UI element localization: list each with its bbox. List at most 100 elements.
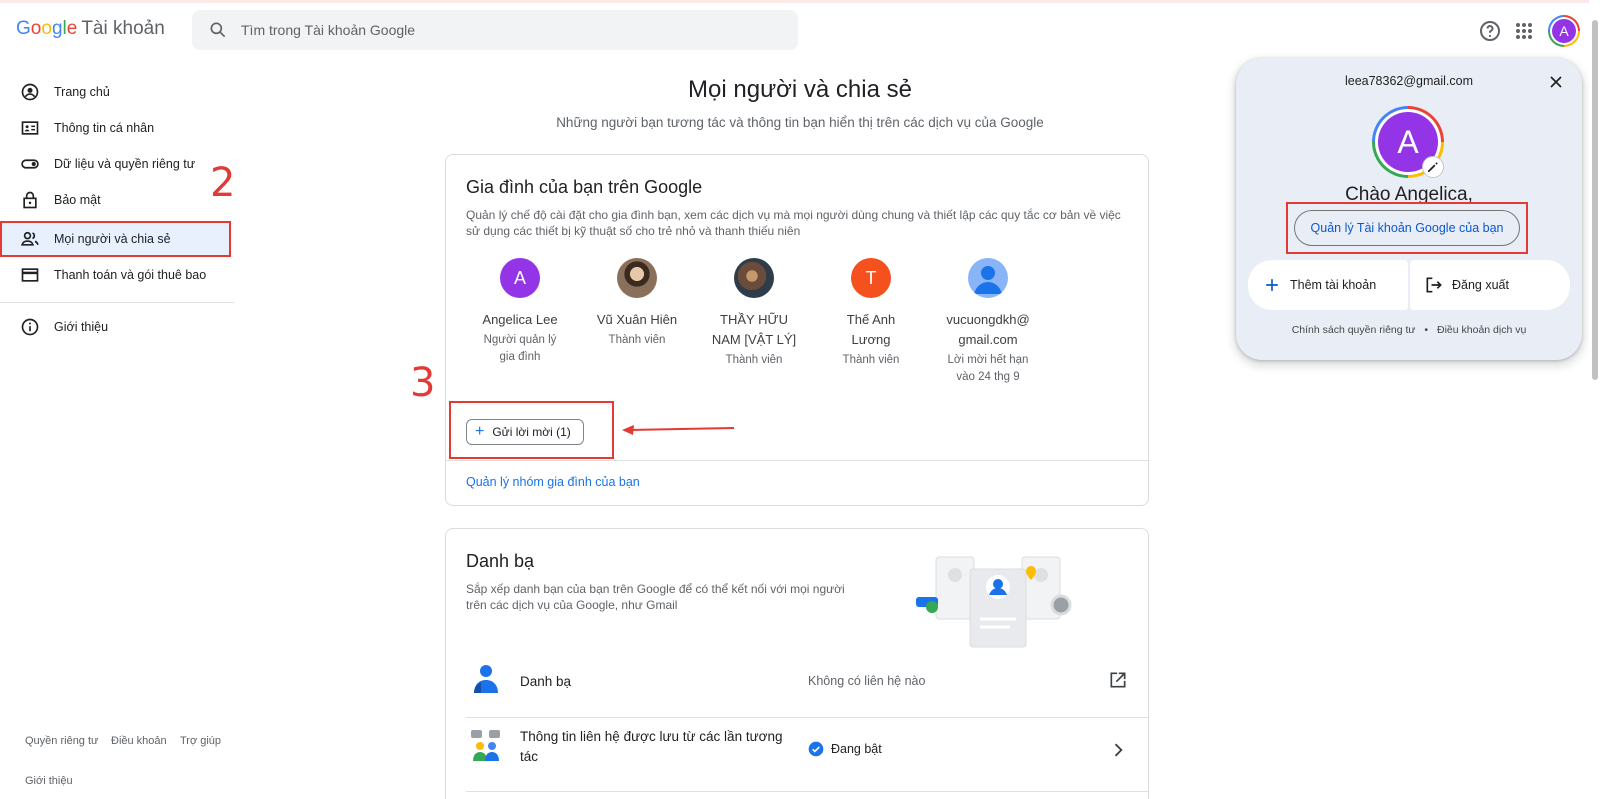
row-divider: [466, 717, 1148, 718]
label-line: Thông tin liên hệ được lưu từ các lần tư…: [520, 729, 783, 744]
add-account-button[interactable]: Thêm tài khoản: [1248, 260, 1408, 310]
terms-of-service-link[interactable]: Điều khoản dịch vụ: [1437, 324, 1526, 336]
member-role: Thành viên: [725, 354, 783, 366]
name-line: NAM [VẬT LÝ]: [711, 332, 797, 347]
member-role: Người quản lý gia đình: [470, 332, 570, 366]
logo-letter: e: [66, 18, 78, 39]
sidebar-item-home[interactable]: Trang chủ: [0, 75, 236, 109]
apps-grid-icon[interactable]: [1512, 19, 1536, 43]
member-role: Thành viên: [842, 354, 900, 366]
sidebar-item-people-sharing[interactable]: Mọi người và chia sẻ: [0, 221, 231, 257]
desc-line: Quản lý chế độ cài đặt cho gia đình bạn,…: [466, 208, 1121, 222]
member-name: Angelica Lee: [482, 312, 558, 327]
google-account-logo[interactable]: Google Tài khoản: [16, 18, 165, 40]
send-invite-button[interactable]: + Gửi lời mời (1): [466, 419, 584, 445]
check-circle-icon: [808, 741, 824, 757]
sidebar-item-label: Bảo mật: [54, 193, 101, 207]
sidebar-item-label: Trang chủ: [54, 85, 110, 99]
popup-footer: Chính sách quyền riêng tư • Điều khoản d…: [1236, 324, 1582, 336]
info-icon: [21, 318, 39, 336]
sidebar-item-label: Dữ liệu và quyền riêng tư: [54, 157, 196, 171]
people-icon: [20, 231, 39, 246]
manage-family-link[interactable]: Quản lý nhóm gia đình của bạn: [466, 475, 640, 489]
contacts-card-description: Sắp xếp danh bạn của bạn trên Google để …: [466, 581, 866, 613]
role-line: Lời mời hết hạn: [947, 354, 1029, 366]
logo-letter: o: [30, 18, 42, 39]
search-box[interactable]: Tìm trong Tài khoản Google: [192, 10, 798, 50]
footer-terms-link[interactable]: Điều khoản: [111, 735, 167, 747]
contacts-card: Danh bạ Sắp xếp danh bạn của bạn trên Go…: [445, 528, 1149, 799]
contacts-row-label: Danh bạ: [520, 674, 572, 689]
name-line: vucuongdkh@: [946, 312, 1030, 327]
role-line: gia đình: [499, 351, 541, 363]
name-line: Thế Anh: [846, 312, 896, 327]
sidebar-item-label: Giới thiệu: [54, 320, 109, 334]
open-external-icon[interactable]: [1108, 670, 1128, 690]
home-icon: [21, 83, 39, 101]
close-icon[interactable]: [1546, 72, 1566, 92]
contacts-illustration: [916, 556, 1072, 648]
member-role: Thành viên: [608, 334, 666, 346]
family-card-description: Quản lý chế độ cài đặt cho gia đình bạn,…: [466, 207, 1136, 239]
contacts-card-title: Danh bạ: [466, 551, 535, 571]
sidebar-item-data-privacy[interactable]: Dữ liệu và quyền riêng tư: [0, 147, 236, 181]
sidebar-item-security[interactable]: Bảo mật: [0, 183, 236, 217]
member-avatar-photo: [617, 258, 657, 298]
top-edge-strip: [0, 0, 1600, 3]
member-name: Thế Anh Lương: [821, 310, 921, 350]
desc-line: trên các dịch vụ của Google, như Gmail: [466, 598, 678, 612]
member-name: THẦY HỮU NAM [VẬT LÝ]: [704, 310, 804, 350]
sidebar-item-label: Thông tin cá nhân: [54, 121, 155, 135]
lock-icon: [23, 191, 37, 209]
role-line: vào 24 thg 9: [956, 371, 1020, 383]
desc-line: Sắp xếp danh bạn của bạn trên Google để …: [466, 582, 845, 596]
id-card-icon: [21, 121, 39, 135]
annotation-arrow-icon: [622, 425, 735, 435]
toggle-icon: [21, 159, 39, 169]
sidebar-item-personal-info[interactable]: Thông tin cá nhân: [0, 111, 236, 145]
help-icon[interactable]: [1478, 19, 1502, 43]
family-member[interactable]: T Thế Anh Lương Thành viên: [821, 258, 921, 369]
saved-contacts-status: Đang bật: [831, 742, 882, 756]
footer-about-link[interactable]: Giới thiệu: [25, 775, 73, 787]
logo-letter: G: [16, 18, 31, 39]
member-avatar: A: [500, 258, 540, 298]
card-divider: [446, 460, 1148, 461]
privacy-policy-link[interactable]: Chính sách quyền riêng tư: [1292, 324, 1416, 336]
sidebar-item-label: Mọi người và chia sẻ: [54, 232, 171, 246]
family-card-title: Gia đình của bạn trên Google: [466, 177, 703, 197]
pencil-icon: [1428, 162, 1438, 172]
family-member[interactable]: THẦY HỮU NAM [VẬT LÝ] Thành viên: [704, 258, 804, 369]
family-member[interactable]: vucuongdkh@ gmail.com Lời mời hết hạn vào …: [938, 258, 1038, 386]
sidebar-item-payments[interactable]: Thanh toán và gói thuê bao: [0, 258, 236, 292]
saved-contacts-icon: [471, 730, 500, 761]
family-member[interactable]: Vũ Xuân Hiên Thành viên: [587, 258, 687, 349]
account-popup: leea78362@gmail.com A Chào Angelica, Quả…: [1236, 58, 1582, 360]
footer-privacy-link[interactable]: Quyền riêng tư: [25, 735, 98, 747]
contacts-person-icon: [474, 665, 498, 693]
chevron-right-icon[interactable]: [1108, 740, 1128, 760]
contacts-row-status: Không có liên hệ nào: [808, 674, 926, 688]
member-avatar: T: [851, 258, 891, 298]
name-line: THẦY HỮU: [720, 312, 788, 327]
sign-out-label: Đăng xuất: [1452, 278, 1509, 292]
search-icon: [210, 22, 226, 38]
family-member[interactable]: A Angelica Lee Người quản lý gia đình: [470, 258, 570, 366]
scrollbar-thumb[interactable]: [1592, 20, 1598, 380]
avatar-letter: A: [1552, 19, 1576, 43]
footer-help-link[interactable]: Trợ giúp: [180, 735, 221, 747]
sign-out-button[interactable]: Đăng xuất: [1410, 260, 1570, 310]
account-avatar-button[interactable]: A: [1548, 15, 1580, 47]
edit-photo-button[interactable]: [1422, 156, 1444, 178]
footer-separator: •: [1424, 324, 1429, 336]
account-actions: Thêm tài khoản Đăng xuất: [1248, 260, 1570, 310]
plus-icon: +: [475, 423, 485, 440]
manage-account-button[interactable]: Quản lý Tài khoản Google của bạn: [1294, 210, 1520, 246]
sign-out-icon: [1426, 277, 1442, 293]
search-input[interactable]: Tìm trong Tài khoản Google: [241, 22, 415, 38]
page-title: Mọi người và chia sẻ: [688, 76, 912, 103]
logo-letter: o: [41, 18, 52, 39]
sidebar-item-about[interactable]: Giới thiệu: [0, 310, 236, 344]
app-title: Tài khoản: [81, 18, 165, 39]
add-account-label: Thêm tài khoản: [1290, 278, 1377, 292]
